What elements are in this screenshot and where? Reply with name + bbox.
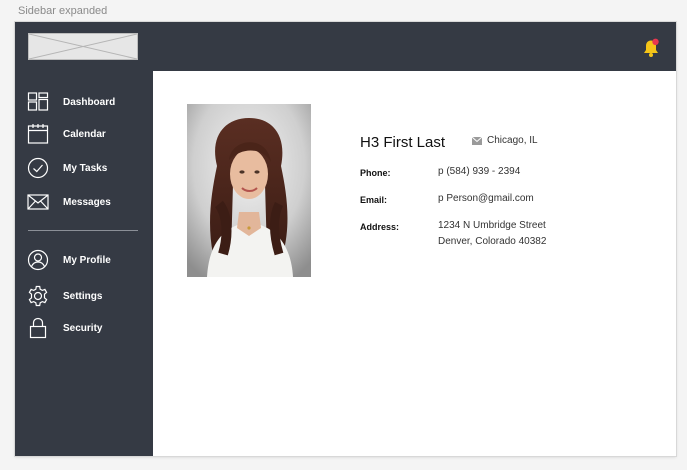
sidebar-item-settings[interactable]: Settings bbox=[15, 283, 153, 311]
check-circle-icon bbox=[27, 157, 49, 179]
sidebar-item-security[interactable]: Security bbox=[15, 315, 153, 343]
user-icon bbox=[27, 249, 49, 271]
sidebar-item-label: Dashboard bbox=[63, 97, 116, 108]
sidebar-item-messages[interactable]: Messages bbox=[15, 189, 153, 217]
sidebar-divider bbox=[28, 230, 138, 231]
sidebar-item-label: My Profile bbox=[63, 255, 111, 266]
lock-icon bbox=[29, 317, 47, 339]
address-line-1: 1234 N Umbridge Street bbox=[438, 220, 546, 231]
caption: Sidebar expanded bbox=[18, 5, 108, 17]
sidebar-item-my-tasks[interactable]: My Tasks bbox=[15, 155, 153, 183]
calendar-icon bbox=[27, 124, 49, 144]
email-label: Email: bbox=[360, 195, 388, 205]
dashboard-icon bbox=[27, 92, 49, 111]
phone-value: p (584) 939 - 2394 bbox=[438, 166, 521, 177]
envelope-icon bbox=[472, 137, 482, 145]
profile-location: Chicago, IL bbox=[487, 135, 538, 146]
sidebar-item-label: Messages bbox=[63, 197, 111, 208]
sidebar-item-label: Calendar bbox=[63, 129, 106, 140]
sidebar-item-label: My Tasks bbox=[63, 163, 108, 174]
app-window: Dashboard Calendar My Tasks Messages My … bbox=[15, 22, 676, 456]
gear-icon bbox=[28, 285, 48, 307]
top-bar bbox=[15, 22, 676, 71]
address-label: Address: bbox=[360, 222, 400, 232]
sidebar-item-my-profile[interactable]: My Profile bbox=[15, 247, 153, 275]
phone-label: Phone: bbox=[360, 168, 391, 178]
envelope-icon bbox=[27, 194, 49, 210]
profile-name: H3 First Last bbox=[360, 134, 446, 151]
sidebar-item-label: Security bbox=[63, 323, 103, 334]
address-line-2: Denver, Colorado 40382 bbox=[438, 236, 547, 247]
sidebar-item-label: Settings bbox=[63, 291, 103, 302]
logo-placeholder-icon[interactable] bbox=[28, 33, 138, 60]
notification-badge bbox=[652, 38, 659, 45]
sidebar-item-calendar[interactable]: Calendar bbox=[15, 121, 153, 149]
sidebar: Dashboard Calendar My Tasks Messages My … bbox=[15, 71, 153, 456]
profile-photo bbox=[187, 104, 311, 277]
email-value[interactable]: p Person@gmail.com bbox=[438, 191, 534, 207]
sidebar-item-dashboard[interactable]: Dashboard bbox=[15, 89, 153, 117]
bell-icon[interactable] bbox=[642, 38, 660, 58]
